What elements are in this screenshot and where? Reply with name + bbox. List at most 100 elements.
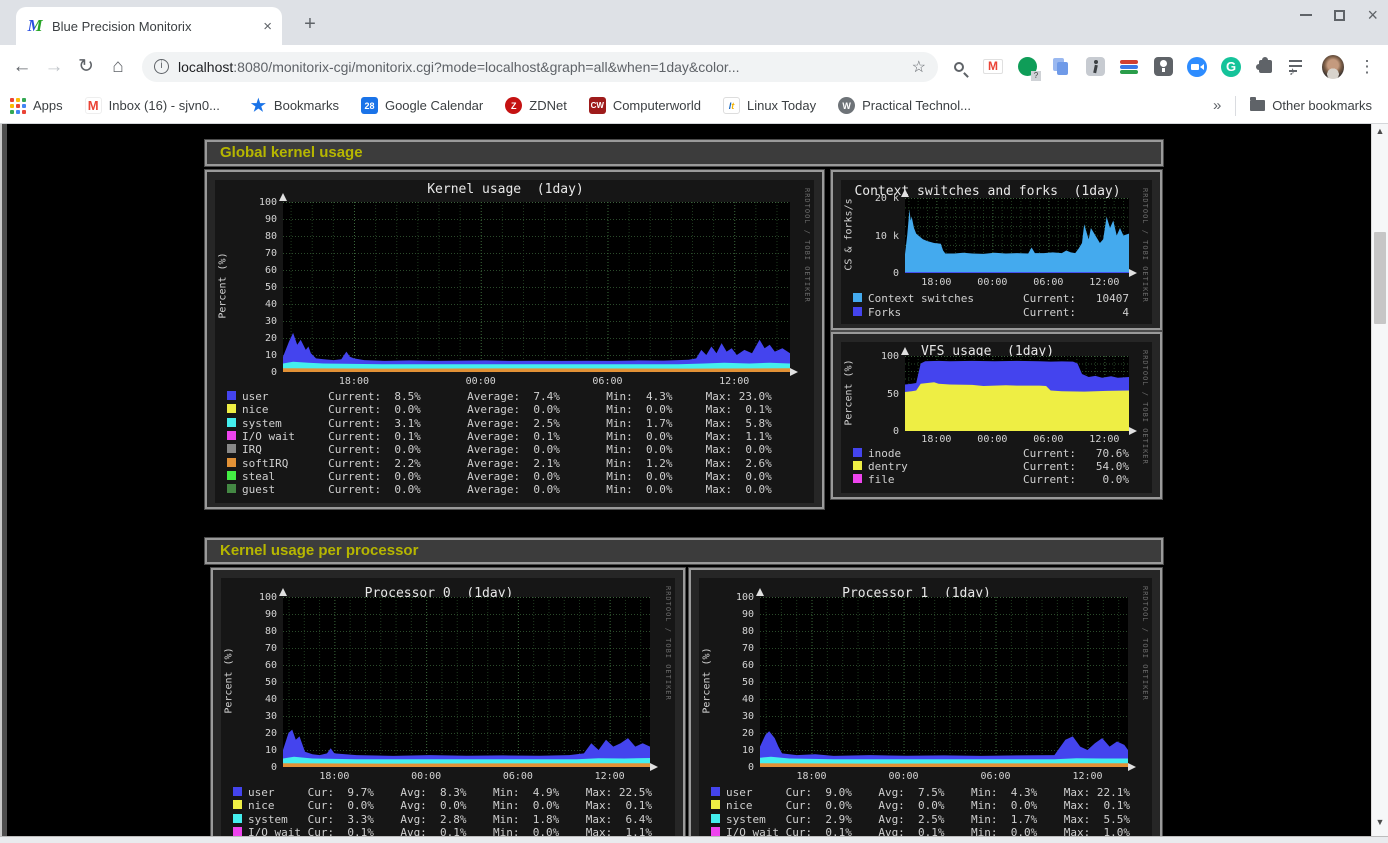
extensions-puzzle-icon[interactable]	[1254, 56, 1276, 78]
bookmark-google-calendar[interactable]: 28 Google Calendar	[361, 97, 483, 114]
lamp-extension-icon[interactable]	[1152, 56, 1174, 78]
legend-color-box	[227, 484, 236, 493]
scrollbar-down-icon[interactable]: ▼	[1372, 817, 1388, 827]
scrollbar-up-icon[interactable]: ▲	[1372, 126, 1388, 136]
y-tick-label: 70	[712, 643, 754, 654]
url-text[interactable]: localhost:8080/monitorix-cgi/monitorix.c…	[178, 59, 904, 75]
bookmark-bookmarks[interactable]: ★ Bookmarks	[242, 97, 339, 114]
legend-row: IRQ Current: 0.0% Average: 0.0% Min: 0.0…	[225, 443, 810, 456]
y-tick-label: 0	[235, 762, 277, 773]
legend-row: user Cur: 9.7% Avg: 8.3% Min: 4.9% Max: …	[231, 786, 671, 799]
y-tick-label: 20 k	[857, 193, 899, 204]
y-tick-label: 20	[235, 333, 277, 344]
video-call-extension-icon[interactable]	[1186, 56, 1208, 78]
x-tick-label: 18:00	[326, 376, 382, 387]
processor0-graph[interactable]: Processor 0 (1day)Percent (%)10090807060…	[221, 578, 675, 843]
processor1-panel: Processor 1 (1day)Percent (%)10090807060…	[689, 568, 1162, 843]
legend-color-box	[233, 814, 242, 823]
window-minimize-icon[interactable]	[1300, 14, 1312, 16]
new-tab-button[interactable]: +	[296, 11, 324, 39]
legend-row: Current: 10407Context switches	[851, 292, 1148, 305]
kernel-usage-panel: Kernel usage (1day)Percent (%)1009080706…	[205, 170, 824, 509]
legend-text: Forks	[868, 306, 901, 319]
y-tick-label: 90	[235, 214, 277, 225]
search-extension-icon[interactable]	[948, 56, 970, 78]
gmail-icon: M	[85, 97, 102, 114]
books-extension-icon[interactable]	[1118, 56, 1140, 78]
legend-color-box	[853, 448, 862, 457]
bookmarks-overflow-chevron[interactable]: »	[1213, 97, 1221, 114]
bookmark-inbox[interactable]: M Inbox (16) - sjvn0...	[85, 97, 220, 114]
back-icon[interactable]: ←	[6, 51, 38, 83]
y-tick-label: 60	[235, 265, 277, 276]
profile-avatar[interactable]	[1322, 56, 1344, 78]
legend-text: system Current: 3.1% Average: 2.5% Min: …	[242, 417, 772, 430]
browser-tab[interactable]: M Blue Precision Monitorix ×	[16, 7, 282, 45]
y-tick-label: 90	[712, 609, 754, 620]
vertical-scrollbar[interactable]: ▲ ▼	[1371, 124, 1388, 836]
forward-icon[interactable]: →	[38, 51, 70, 83]
processor1-graph[interactable]: Processor 1 (1day)Percent (%)10090807060…	[699, 578, 1152, 843]
vfs-usage-graph[interactable]: VFS usage (1day)Percent (%)10050018:0000…	[841, 342, 1152, 493]
context-switches-graph[interactable]: Context switches and forks (1day)CS & fo…	[841, 180, 1152, 324]
home-icon[interactable]: ⌂	[102, 51, 134, 83]
axis-right-arrow-icon	[1128, 763, 1136, 771]
y-axis-label: Percent (%)	[702, 631, 713, 731]
page-info-icon[interactable]: i	[154, 59, 169, 74]
gmail-extension-icon[interactable]: M	[982, 56, 1004, 78]
axis-right-arrow-icon	[1129, 269, 1137, 277]
browser-toolbar: ← → ↻ ⌂ i localhost:8080/monitorix-cgi/m…	[0, 45, 1388, 88]
y-tick-label: 10 k	[857, 231, 899, 242]
y-tick-label: 40	[235, 694, 277, 705]
legend-stats: Current: 10407	[1023, 292, 1129, 305]
tab-close-icon[interactable]: ×	[263, 18, 272, 35]
bookmark-zdnet[interactable]: Z ZDNet	[505, 97, 567, 114]
y-tick-label: 90	[235, 609, 277, 620]
x-tick-label: 12:00	[1076, 277, 1132, 288]
y-tick-label: 50	[712, 677, 754, 688]
legend-text: user Current: 8.5% Average: 7.4% Min: 4.…	[242, 390, 772, 403]
processor0-panel: Processor 0 (1day)Percent (%)10090807060…	[211, 568, 685, 843]
bookmark-computerworld[interactable]: CW Computerworld	[589, 97, 701, 114]
bookmark-practical-technology[interactable]: W Practical Technol...	[838, 97, 971, 114]
tab-strip: M Blue Precision Monitorix × + ×	[0, 0, 1388, 45]
y-tick-label: 10	[235, 350, 277, 361]
copy-pages-extension-icon[interactable]	[1050, 56, 1072, 78]
y-tick-label: 10	[712, 745, 754, 756]
y-axis-label: Percent (%)	[844, 342, 855, 442]
x-tick-label: 06:00	[579, 376, 635, 387]
legend-color-box	[233, 800, 242, 809]
playlist-extension-icon[interactable]: ♪	[1288, 56, 1310, 78]
tab-title: Blue Precision Monitorix	[52, 19, 257, 34]
scrollbar-thumb[interactable]	[1374, 232, 1386, 324]
legend-stats: Current: 0.0%	[1023, 473, 1129, 486]
legend-color-box	[227, 418, 236, 427]
legend-color-box	[227, 471, 236, 480]
address-bar[interactable]: i localhost:8080/monitorix-cgi/monitorix…	[142, 52, 938, 82]
y-tick-label: 70	[235, 248, 277, 259]
legend-color-box	[853, 474, 862, 483]
context-switches-panel: Context switches and forks (1day)CS & fo…	[831, 170, 1162, 330]
other-bookmarks[interactable]: Other bookmarks	[1250, 98, 1372, 113]
axis-right-arrow-icon	[650, 763, 658, 771]
y-tick-label: 60	[712, 660, 754, 671]
grammarly-extension-icon[interactable]: G	[1220, 56, 1242, 78]
reload-icon[interactable]: ↻	[70, 51, 102, 83]
legend-color-box	[227, 404, 236, 413]
y-tick-label: 0	[857, 426, 899, 437]
window-close-icon[interactable]: ×	[1367, 8, 1378, 22]
bookmark-linux-today[interactable]: lt Linux Today	[723, 97, 816, 114]
linux-today-icon: lt	[723, 97, 740, 114]
legend-row: user Cur: 9.0% Avg: 7.5% Min: 4.3% Max: …	[709, 786, 1148, 799]
accessibility-extension-icon[interactable]	[1084, 56, 1106, 78]
y-tick-label: 0	[712, 762, 754, 773]
y-tick-label: 20	[235, 728, 277, 739]
browser-menu-icon[interactable]: ⋮	[1356, 56, 1378, 78]
bookmark-star-icon[interactable]: ☆	[912, 57, 926, 77]
bookmark-apps[interactable]: Apps	[10, 98, 63, 114]
legend-text: I/O wait Current: 0.1% Average: 0.1% Min…	[242, 430, 772, 443]
chat-extension-icon[interactable]: ?	[1016, 56, 1038, 78]
x-tick-label: 12:00	[1060, 771, 1116, 782]
window-maximize-icon[interactable]	[1334, 10, 1345, 21]
kernel-usage-graph[interactable]: Kernel usage (1day)Percent (%)1009080706…	[215, 180, 814, 503]
